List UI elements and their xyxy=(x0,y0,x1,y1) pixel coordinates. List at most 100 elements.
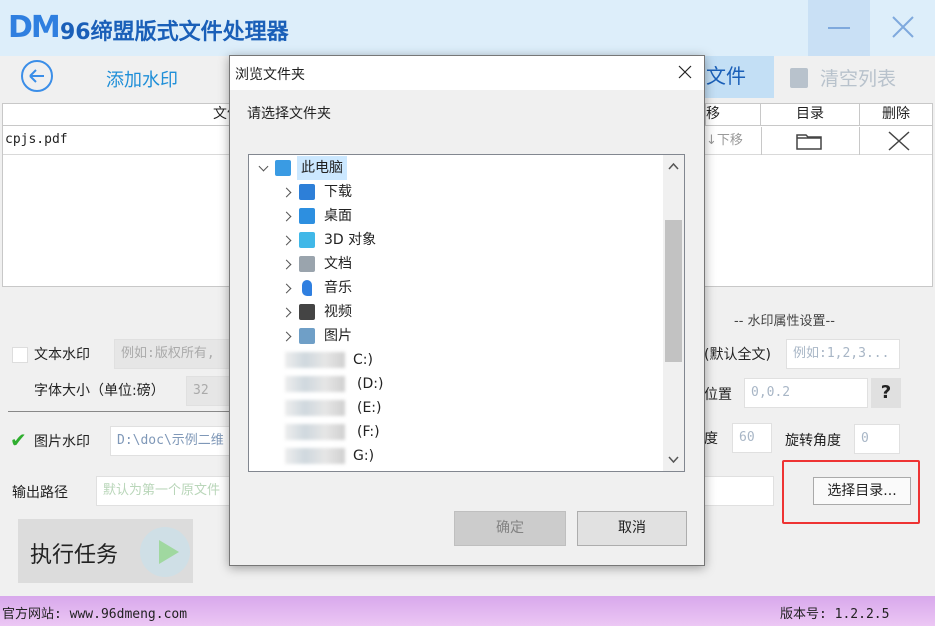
drive-icon xyxy=(285,424,345,440)
checkmark-icon[interactable]: ✔ xyxy=(10,428,27,452)
divider xyxy=(8,411,233,412)
tree-node[interactable]: 图片 xyxy=(249,324,662,348)
scrollbar-thumb[interactable] xyxy=(665,220,682,362)
tree-node-label: 此电脑 xyxy=(297,156,347,180)
image-watermark-label: 图片水印 xyxy=(34,434,90,450)
tree-node[interactable]: (D:) xyxy=(249,372,662,396)
rotation-label: 旋转角度 xyxy=(785,433,841,449)
add-watermark-label: 添加水印 xyxy=(106,70,178,91)
arrow-left-icon xyxy=(29,69,44,83)
font-size-input[interactable]: 32 xyxy=(186,376,230,406)
desktop-folder-icon xyxy=(299,208,315,224)
tree-node-label: C:) xyxy=(353,352,373,368)
app-logo: DM xyxy=(8,10,61,45)
tree-node[interactable]: (F:) xyxy=(249,420,662,444)
chevron-right-icon[interactable] xyxy=(281,211,292,222)
chevron-down-icon[interactable] xyxy=(258,161,269,172)
version-text: 版本号: 1.2.2.5 xyxy=(780,607,890,622)
close-icon xyxy=(892,16,914,38)
chevron-right-icon[interactable] xyxy=(281,235,292,246)
pages-input[interactable]: 例如:1,2,3... xyxy=(786,339,900,369)
close-window-button[interactable] xyxy=(872,0,935,56)
play-icon xyxy=(140,527,190,577)
move-down-button[interactable]: ↓下移 xyxy=(706,127,762,155)
tree-node-label: 音乐 xyxy=(324,280,352,296)
image-watermark-path[interactable]: D:\doc\示例二维 xyxy=(110,426,230,456)
output-path-label: 输出路径 xyxy=(12,485,68,501)
tree-node-label: 3D 对象 xyxy=(324,232,377,248)
chevron-right-icon[interactable] xyxy=(281,307,292,318)
website-text: 官方网站: www.96dmeng.com xyxy=(2,607,188,622)
chevron-right-icon[interactable] xyxy=(281,259,292,270)
tree-node-label: 下载 xyxy=(324,184,352,200)
drive-icon xyxy=(285,400,345,416)
drive-icon xyxy=(285,376,345,392)
output-path-input[interactable]: 默认为第一个原文件 xyxy=(96,476,230,506)
tree-node-label: (F:) xyxy=(357,424,380,440)
3d-objects-icon xyxy=(299,232,315,248)
chevron-right-icon[interactable] xyxy=(281,283,292,294)
font-size-label: 字体大小（单位:磅） xyxy=(34,383,165,399)
tree-node-label: 桌面 xyxy=(324,208,352,224)
download-folder-icon xyxy=(299,184,315,200)
tree-node[interactable]: 视频 xyxy=(249,300,662,324)
header-move: 移 xyxy=(706,104,761,126)
attr-settings-header: -- 水印属性设置-- xyxy=(734,314,835,329)
clear-list-button[interactable]: 清空列表 xyxy=(790,64,896,91)
open-directory-button[interactable] xyxy=(761,127,860,155)
music-icon xyxy=(302,280,312,296)
file-name-cell: cpjs.pdf xyxy=(5,132,68,147)
tree-node-label: (E:) xyxy=(357,400,382,416)
tree-node[interactable]: (E:) xyxy=(249,396,662,420)
header-delete: 删除 xyxy=(860,104,932,126)
tree-node[interactable]: G:) xyxy=(249,444,662,468)
add-file-label: 文件 xyxy=(706,64,746,88)
text-watermark-checkbox[interactable] xyxy=(12,347,28,363)
trash-icon xyxy=(790,68,808,88)
ok-button[interactable]: 确定 xyxy=(454,511,566,546)
close-icon xyxy=(888,131,910,151)
back-button[interactable] xyxy=(21,60,53,92)
close-icon xyxy=(678,65,692,79)
text-watermark-label: 文本水印 xyxy=(34,347,90,363)
cancel-button[interactable]: 取消 xyxy=(577,511,687,546)
tree-node[interactable]: 音乐 xyxy=(249,276,662,300)
help-button[interactable]: ? xyxy=(871,378,901,408)
position-label: 位置 xyxy=(704,387,732,403)
opacity-label: 度 xyxy=(704,431,718,447)
tree-node-label: 图片 xyxy=(324,328,352,344)
tree-node[interactable]: C:) xyxy=(249,348,662,372)
folder-tree[interactable]: 此电脑下载桌面 3D 对象文档音乐视频图片 C:) (D:) (E:) (F:) G:) xyxy=(248,154,685,472)
folder-icon xyxy=(796,134,822,150)
pages-label: (默认全文) xyxy=(704,347,771,363)
documents-icon xyxy=(299,256,315,272)
chevron-right-icon[interactable] xyxy=(281,187,292,198)
tree-node-label: 视频 xyxy=(324,304,352,320)
computer-icon xyxy=(275,160,291,176)
tree-node[interactable]: 下载 xyxy=(249,180,662,204)
output-path-input-tail[interactable] xyxy=(704,476,774,506)
tree-node-label: (D:) xyxy=(357,376,384,392)
chevron-right-icon[interactable] xyxy=(281,331,292,342)
tree-node[interactable]: 3D 对象 xyxy=(249,228,662,252)
add-file-button[interactable]: 文件 xyxy=(704,56,774,98)
drive-icon xyxy=(285,352,345,368)
minimize-button[interactable] xyxy=(808,0,870,56)
position-input[interactable]: 0,0.2 xyxy=(744,378,868,408)
header-directory: 目录 xyxy=(761,104,860,126)
execute-task-label: 执行任务 xyxy=(30,543,119,568)
app-title: 96缔盟版式文件处理器 xyxy=(60,20,289,45)
delete-row-button[interactable] xyxy=(860,127,932,155)
dialog-title: 浏览文件夹 xyxy=(235,67,305,83)
tree-node[interactable]: 文档 xyxy=(249,252,662,276)
opacity-input[interactable]: 60 xyxy=(732,423,772,453)
select-directory-button[interactable]: 选择目录... xyxy=(813,477,911,505)
tree-node[interactable]: 桌面 xyxy=(249,204,662,228)
tree-node[interactable]: 此电脑 xyxy=(249,156,662,180)
drive-icon xyxy=(285,448,345,464)
dialog-close-button[interactable] xyxy=(675,62,695,82)
text-watermark-input[interactable]: 例如:版权所有, xyxy=(114,339,230,369)
dialog-prompt: 请选择文件夹 xyxy=(247,106,331,122)
video-icon xyxy=(299,304,315,320)
rotation-input[interactable]: 0 xyxy=(854,424,900,454)
